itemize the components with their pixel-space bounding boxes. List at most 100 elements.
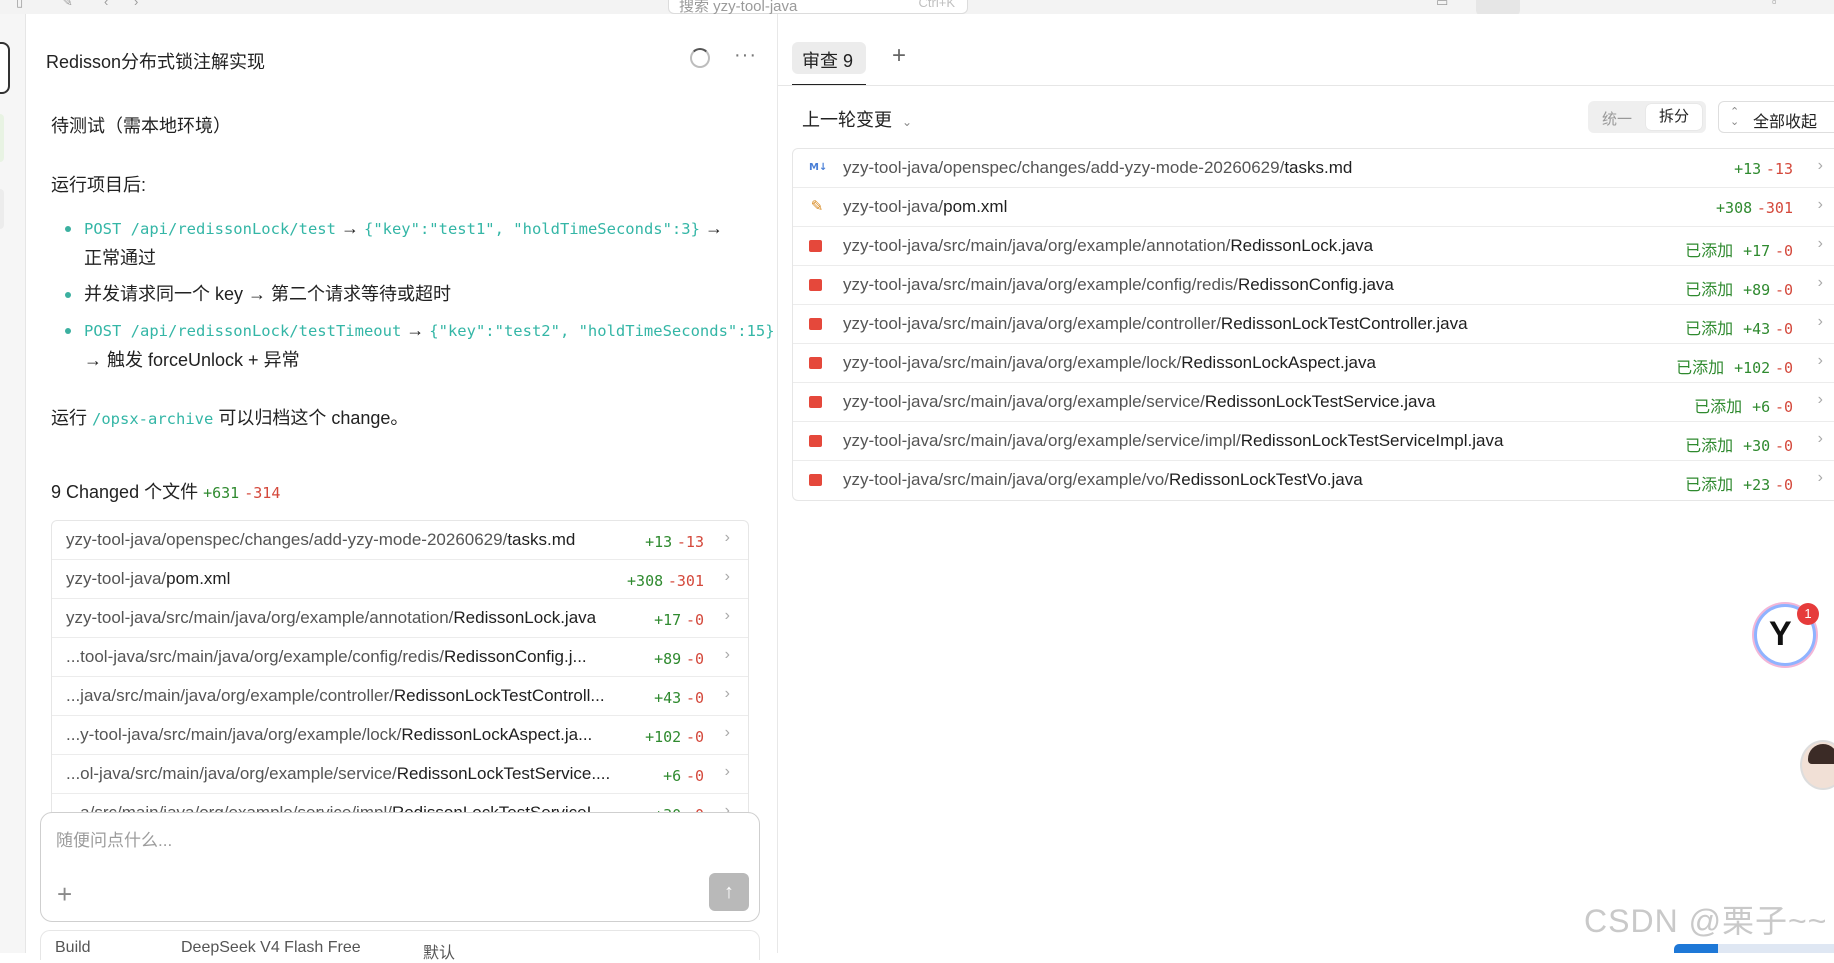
previous-round-dropdown[interactable]: 上一轮变更 ⌄ [802, 106, 912, 132]
added-badge: 已添加 [1685, 477, 1734, 494]
file-additions: +102 [1734, 359, 1771, 377]
file-dir: ...java/src/main/java/org/example/contro… [66, 686, 394, 705]
file-additions: +17 [1743, 242, 1771, 260]
session-rail-item[interactable] [0, 114, 4, 162]
progress-bar-fill [1674, 944, 1718, 953]
test-steps-list: POST /api/redissonLock/test → {"key":"te… [65, 214, 784, 382]
file-deletions: -301 [667, 572, 704, 590]
java-file-icon [809, 240, 822, 252]
list-item: 并发请求同一个 key → 第二个请求等待或超时 [65, 280, 784, 309]
chat-title: Redisson分布式锁注解实现 [46, 52, 266, 72]
file-row[interactable]: ...java/src/main/java/org/example/contro… [52, 677, 748, 716]
model-select[interactable]: DeepSeek V4 Flash Free [181, 939, 361, 957]
chevron-right-icon: › [1817, 196, 1823, 213]
file-row[interactable]: yzy-tool-java/pom.xml +308 -301 › [52, 560, 748, 599]
panel-icon[interactable]: ▭ [1436, 0, 1454, 9]
window-restore-icon[interactable]: ▫ [1772, 0, 1790, 9]
forward-icon[interactable]: › [134, 0, 152, 9]
file-row[interactable]: yzy-tool-java/src/main/java/org/example/… [52, 599, 748, 638]
changed-files-list: yzy-tool-java/openspec/changes/add-yzy-m… [51, 520, 749, 825]
file-additions: +13 [645, 533, 673, 551]
file-name: tasks.md [1284, 158, 1353, 177]
more-options-icon[interactable]: ··· [734, 44, 757, 67]
inline-code: {"key":"test1", "holdTimeSeconds":3} [363, 220, 700, 238]
file-row[interactable]: yzy-tool-java/openspec/changes/add-yzy-m… [52, 521, 748, 560]
file-deletions: -13 [1765, 160, 1793, 178]
search-box[interactable]: 搜索 yzy-tool-java Ctrl+K [668, 0, 968, 15]
review-file-row[interactable]: M↓ yzy-tool-java/openspec/changes/add-yzy… [793, 149, 1834, 188]
expand-collapse-icon: ⌃ ⌄ [1730, 106, 1740, 128]
file-deletions: -0 [1774, 281, 1793, 299]
list-item-text: 并发请求同一个 key → 第二个请求等待或超时 [84, 284, 452, 304]
sidebar-toggle-icon[interactable]: ▯ [16, 0, 34, 9]
archive-hint-pre: 运行 [51, 408, 93, 428]
file-dir: ...y-tool-java/src/main/java/org/example… [66, 725, 402, 744]
tab-review[interactable]: 审查 9 [792, 42, 866, 74]
collapse-all-label: 全部收起 [1753, 114, 1818, 131]
chevron-right-icon: › [1817, 430, 1823, 447]
file-row[interactable]: ...ol-java/src/main/java/org/example/ser… [52, 755, 748, 794]
file-dir: yzy-tool-java/src/main/java/org/example/… [843, 353, 1182, 372]
session-rail-item-active[interactable] [0, 42, 10, 94]
file-additions: +13 [1734, 160, 1762, 178]
file-row[interactable]: ...tool-java/src/main/java/org/example/c… [52, 638, 748, 677]
review-file-row[interactable]: ✎ yzy-tool-java/pom.xml +308 -301 › [793, 188, 1834, 227]
review-file-row[interactable]: yzy-tool-java/src/main/java/org/example/… [793, 422, 1834, 461]
divider [778, 85, 1834, 86]
review-file-row[interactable]: yzy-tool-java/src/main/java/org/example/… [793, 266, 1834, 305]
file-name: RedissonLockTestServiceImpl.java [1240, 431, 1504, 450]
review-file-list: M↓ yzy-tool-java/openspec/changes/add-yzy… [792, 148, 1834, 501]
java-file-icon [809, 318, 822, 330]
watermark: CSDN @栗子~~ [1584, 903, 1828, 939]
file-name: RedissonLock.java [1230, 236, 1374, 255]
file-additions: +89 [654, 650, 682, 668]
assistant-floating-button[interactable]: Y 1 [1754, 603, 1819, 666]
chevron-right-icon: › [724, 763, 730, 780]
file-dir: yzy-tool-java/ [66, 569, 167, 588]
added-badge: 已添加 [1676, 360, 1725, 377]
chat-composer[interactable]: 随便问点什么... + ↑ [40, 812, 760, 922]
chevron-down-icon: ⌄ [902, 115, 913, 129]
file-dir: ...tool-java/src/main/java/org/example/c… [66, 647, 444, 666]
review-file-row[interactable]: yzy-tool-java/src/main/java/org/example/… [793, 383, 1834, 422]
arrow-text: → [401, 320, 430, 340]
mode-select[interactable]: Build [55, 939, 91, 957]
file-additions: +23 [1743, 476, 1771, 494]
session-rail [0, 14, 26, 953]
collapse-all-button[interactable]: ⌃ ⌄ 全部收起 [1718, 101, 1834, 133]
file-deletions: -0 [1774, 320, 1793, 338]
previous-round-label: 上一轮变更 [802, 110, 892, 130]
send-button[interactable]: ↑ [709, 873, 749, 911]
split-view-option[interactable]: 拆分 [1646, 104, 1702, 130]
unified-view-option[interactable]: 统一 [1602, 108, 1632, 129]
file-additions: +43 [654, 689, 682, 707]
composer-input-placeholder[interactable]: 随便问点什么... [56, 826, 172, 851]
add-tab-icon[interactable]: + [892, 42, 906, 70]
status-message: 待测试（需本地环境） [51, 116, 231, 136]
arrow-up-icon: ↑ [724, 881, 734, 903]
file-deletions: -0 [685, 728, 704, 746]
permission-select[interactable]: 默认 [423, 939, 455, 963]
file-name: RedissonLockTestVo.java [1168, 470, 1363, 489]
review-file-row[interactable]: yzy-tool-java/src/main/java/org/example/… [793, 305, 1834, 344]
session-rail-item[interactable] [0, 189, 4, 229]
file-name: pom.xml [943, 197, 1008, 216]
changed-files-label: 9 Changed 个文件 [51, 482, 199, 502]
added-badge: 已添加 [1685, 243, 1734, 260]
review-file-row[interactable]: yzy-tool-java/src/main/java/org/example/… [793, 227, 1834, 266]
file-row[interactable]: ...y-tool-java/src/main/java/org/example… [52, 716, 748, 755]
file-additions: +308 [627, 572, 664, 590]
review-file-row[interactable]: yzy-tool-java/src/main/java/org/example/… [793, 461, 1834, 500]
search-placeholder: 搜索 yzy-tool-java [679, 0, 798, 15]
new-chat-icon[interactable]: ✎ [62, 0, 80, 9]
file-deletions: -0 [685, 767, 704, 785]
review-file-row[interactable]: yzy-tool-java/src/main/java/org/example/… [793, 344, 1834, 383]
file-name: RedissonLockAspect.ja... [401, 725, 593, 744]
file-dir: yzy-tool-java/src/main/java/org/example/… [843, 470, 1169, 489]
file-name: RedissonConfig.j... [443, 647, 587, 666]
added-badge: 已添加 [1685, 282, 1734, 299]
total-additions: +631 [203, 484, 240, 502]
back-icon[interactable]: ‹ [104, 0, 122, 9]
plus-icon[interactable]: + [57, 879, 72, 910]
file-deletions: -0 [1774, 437, 1793, 455]
